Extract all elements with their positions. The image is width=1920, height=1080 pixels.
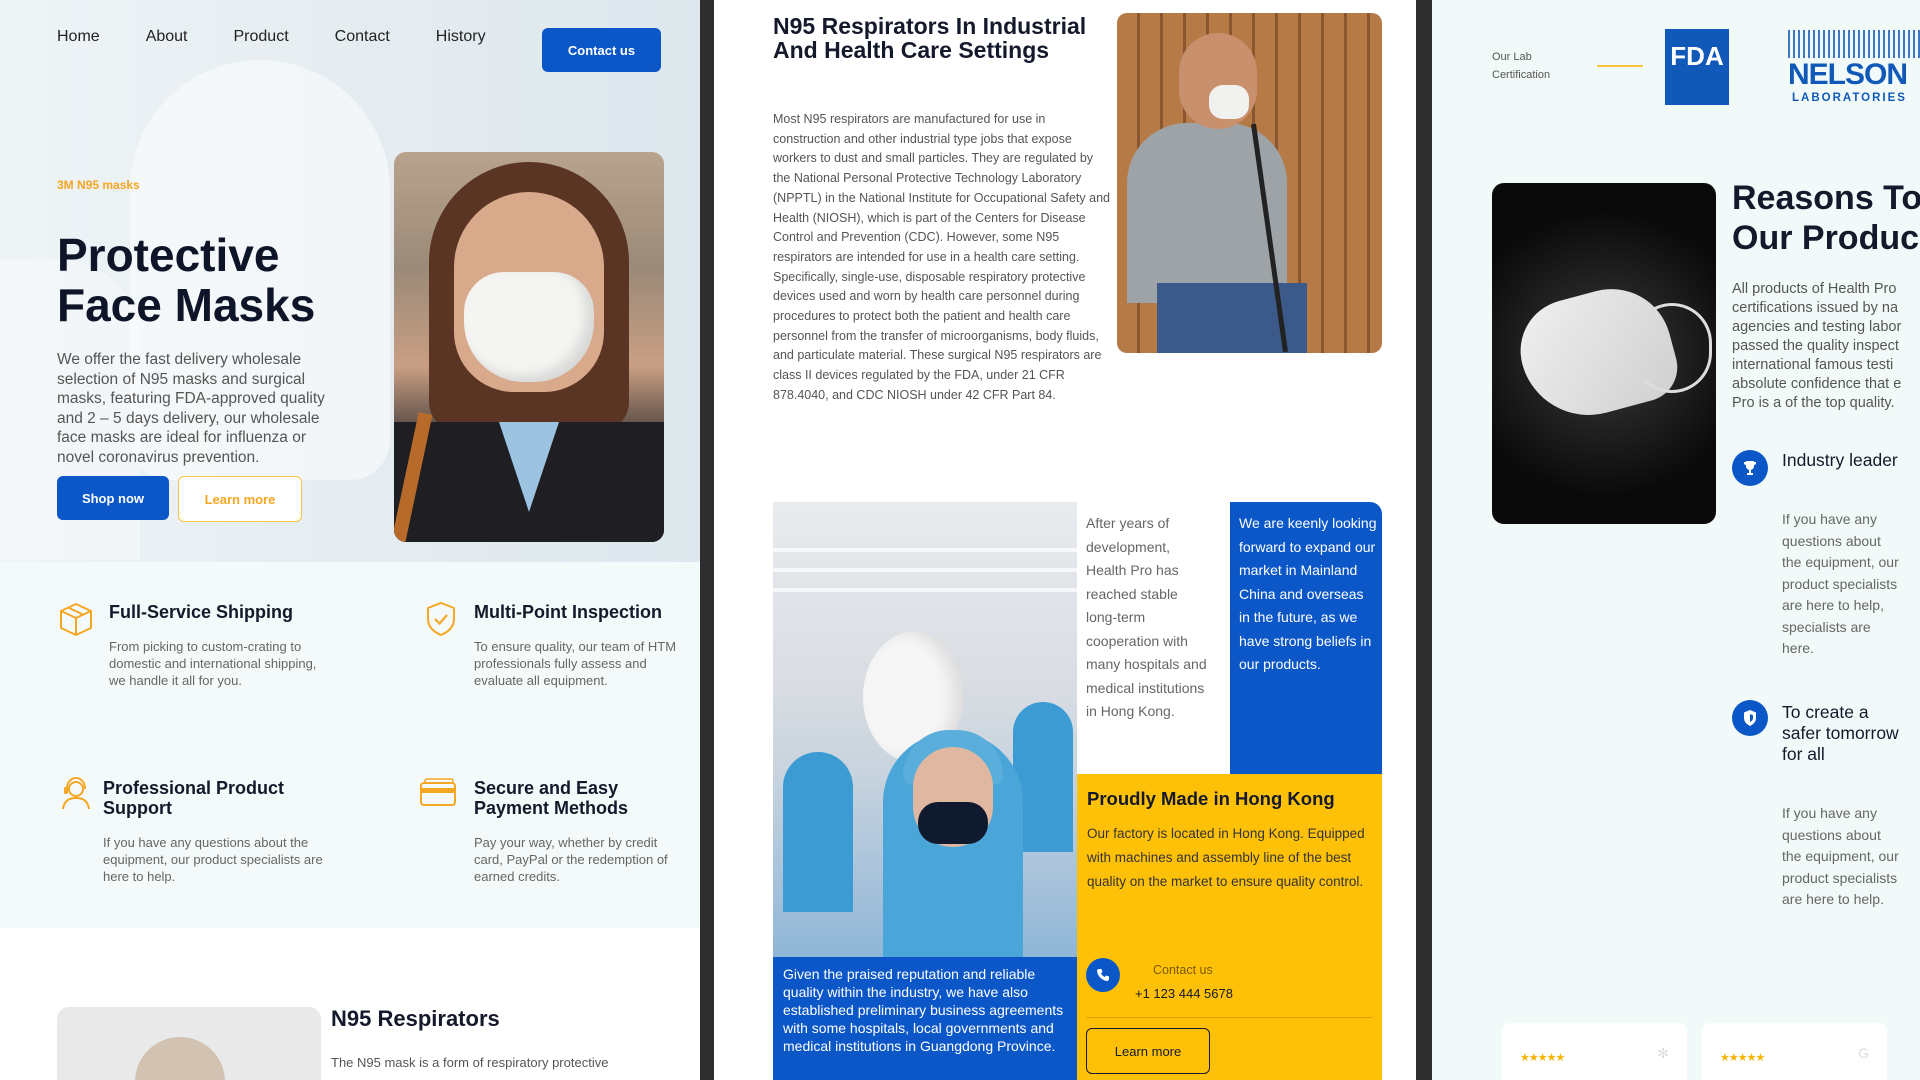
feature-support: Professional Product Support If you have…: [57, 774, 357, 894]
reputation-box: Given the praised reputation and reliabl…: [773, 957, 1077, 1080]
credit-card-icon: [418, 774, 456, 812]
reasons-text-line: passed the quality inspect: [1732, 338, 1899, 354]
nelson-labs-logo: NELSON LABORATORIES: [1788, 30, 1920, 110]
shield-check-icon: [422, 600, 460, 638]
made-in-hk-box: Proudly Made in Hong Kong Our factory is…: [1077, 774, 1382, 1080]
n95-title: N95 Respirators: [331, 1006, 500, 1031]
reason-title: To create a safer tomorrow for all: [1782, 702, 1899, 764]
review-card: ★★★★★ ✻: [1502, 1023, 1687, 1080]
feature-text: From picking to custom-crating to domest…: [109, 639, 317, 688]
nav-home[interactable]: Home: [57, 28, 100, 46]
hero-title: Protective Face Masks: [57, 229, 316, 331]
feature-title: Full-Service Shipping: [109, 602, 294, 622]
reputation-text: Given the praised reputation and reliabl…: [783, 966, 1064, 1054]
nav-history[interactable]: History: [436, 28, 486, 46]
reasons-title: Reasons To Our Produc: [1732, 178, 1920, 258]
panel-separator: [700, 0, 714, 1080]
feature-text: To ensure quality, our team of HTM profe…: [474, 639, 677, 688]
shop-now-button[interactable]: Shop now: [57, 476, 169, 520]
reasons-text: All products of Health Pro certification…: [1732, 280, 1920, 413]
trophy-icon: [1732, 450, 1768, 486]
feature-payment: Secure and Easy Payment Methods Pay your…: [418, 774, 688, 894]
nelson-wordmark: NELSON: [1788, 58, 1908, 91]
reasons-title-line: Our Produc: [1732, 219, 1920, 257]
made-in-hk-title: Proudly Made in Hong Kong: [1087, 788, 1335, 809]
feature-text: Pay your way, whether by credit card, Pa…: [474, 835, 668, 884]
contact-label: Contact us: [1153, 963, 1213, 977]
fda-logo: FDA: [1665, 29, 1729, 105]
nav-contact[interactable]: Contact: [335, 28, 390, 46]
google-icon: G: [1858, 1045, 1869, 1061]
reason-title: Industry leader: [1782, 450, 1898, 470]
reasons-text-line: certifications issued by na: [1732, 300, 1899, 316]
main-nav: Home About Product Contact History: [57, 28, 532, 46]
industrial-panel: N95 Respirators In Industrial And Health…: [714, 0, 1416, 1080]
reason-text: If you have any questions about the equi…: [1782, 805, 1899, 907]
reasons-text-line: absolute confidence that e: [1732, 376, 1902, 392]
laboratories-wordmark: LABORATORIES: [1792, 92, 1907, 104]
hero-eyebrow: 3M N95 masks: [57, 178, 140, 192]
reasons-title-line: Reasons To: [1732, 179, 1920, 217]
construction-worker-photo: [1117, 13, 1382, 353]
nav-product[interactable]: Product: [234, 28, 289, 46]
hero-woman-mask-photo: [394, 152, 664, 542]
support-agent-icon: [57, 774, 95, 812]
reason-text: If you have any questions about the equi…: [1782, 511, 1899, 656]
nav-about[interactable]: About: [146, 28, 188, 46]
feature-shipping: Full-Service Shipping From picking to cu…: [57, 600, 357, 690]
n95-text: The N95 mask is a form of respiratory pr…: [331, 1055, 609, 1070]
reasons-text-line: All products of Health Pro: [1732, 281, 1897, 297]
learn-more-button[interactable]: Learn more: [178, 476, 302, 522]
reasons-text-line: agencies and testing labor: [1732, 319, 1902, 335]
contact-us-button[interactable]: Contact us: [542, 28, 661, 72]
phone-icon[interactable]: [1086, 958, 1120, 992]
hero-section: Home About Product Contact History Conta…: [0, 0, 700, 562]
feature-title: Multi-Point Inspection: [474, 602, 662, 622]
box-icon: [57, 600, 95, 638]
feature-title: Professional Product Support: [103, 778, 285, 818]
lab-certification-label: Our Lab Certification: [1492, 51, 1551, 81]
hero-description: We offer the fast delivery wholesale sel…: [57, 351, 325, 466]
reasons-text-line: international famous testi: [1732, 357, 1894, 373]
panel-separator: [1416, 0, 1432, 1080]
rating-stars: ★★★★★: [1520, 1052, 1565, 1064]
industrial-title: N95 Respirators In Industrial And Health…: [773, 13, 1087, 63]
cooperation-text: After years of development, Health Pro h…: [1086, 515, 1207, 719]
divider: [1597, 65, 1643, 67]
feature-title: Secure and Easy Payment Methods: [474, 778, 629, 818]
rating-stars: ★★★★★: [1720, 1052, 1765, 1064]
certification-panel: Our Lab Certification FDA NELSON LABORAT…: [1432, 0, 1920, 1080]
reasons-text-line: Pro is a of the top quality.: [1732, 395, 1895, 411]
n95-man-photo: [57, 1007, 321, 1080]
contact-phone[interactable]: +1 123 444 5678: [1135, 986, 1233, 1001]
industrial-text: Most N95 respirators are manufactured fo…: [773, 112, 1110, 402]
feature-text: If you have any questions about the equi…: [103, 835, 323, 884]
yelp-icon: ✻: [1657, 1045, 1669, 1061]
divider: [1086, 1017, 1372, 1018]
factory-workers-photo: [773, 502, 1077, 957]
landing-panel: Home About Product Contact History Conta…: [0, 0, 700, 1080]
expansion-text: We are keenly looking forward to expand …: [1239, 515, 1377, 672]
made-in-hk-text: Our factory is located in Hong Kong. Equ…: [1087, 826, 1365, 889]
review-card: ★★★★★ G: [1702, 1023, 1887, 1080]
shield-icon: [1732, 700, 1768, 736]
expansion-box: We are keenly looking forward to expand …: [1230, 502, 1382, 774]
n95-mask-photo: [1492, 183, 1716, 524]
feature-inspection: Multi-Point Inspection To ensure quality…: [422, 600, 682, 690]
learn-more-button[interactable]: Learn more: [1086, 1028, 1210, 1074]
